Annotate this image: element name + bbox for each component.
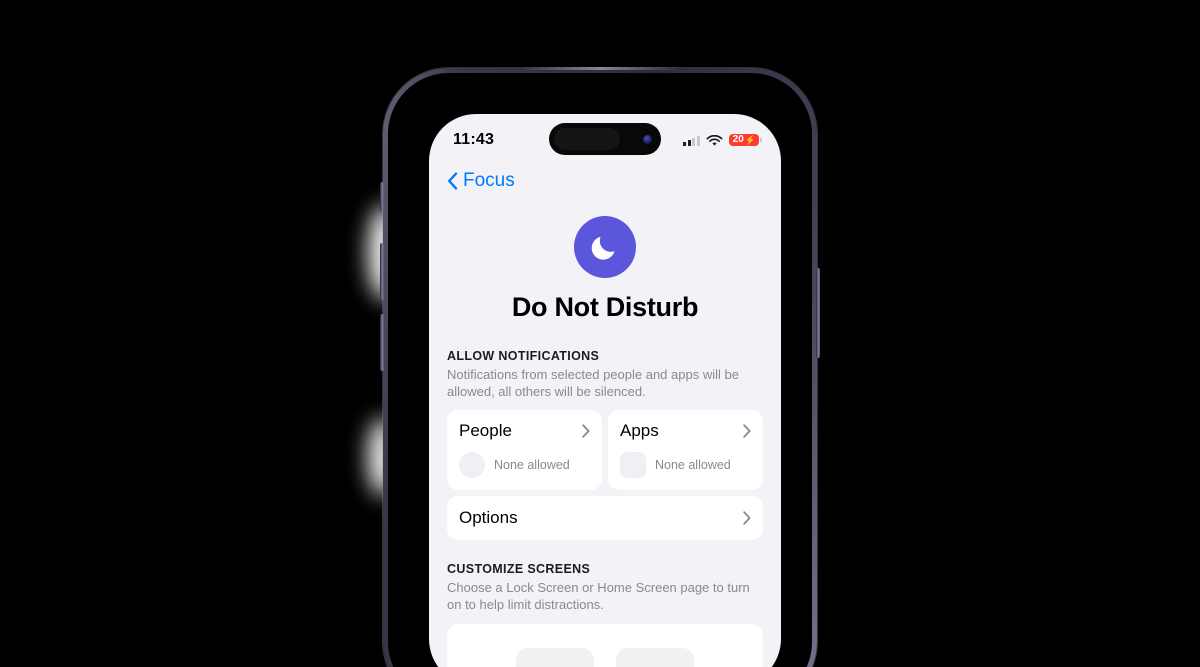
apps-card-title: Apps [620, 421, 659, 441]
iphone-device-frame: 11:43 20 ⚡ Focus Do Not Disturb ALLOW NO… [380, 67, 820, 667]
back-button-label: Focus [463, 170, 515, 191]
page-title: Do Not Disturb [511, 292, 699, 322]
customize-screens-header: CUSTOMIZE SCREENS [447, 562, 591, 577]
allow-notifications-header: ALLOW NOTIFICATIONS [447, 349, 600, 363]
apps-card[interactable]: Apps None allowed [608, 410, 763, 491]
chevron-left-icon [447, 172, 458, 190]
action-button[interactable] [380, 182, 384, 212]
back-button[interactable]: Focus [447, 170, 515, 192]
allow-notifications-section: ALLOW NOTIFICATIONS Notifications from s… [429, 349, 781, 541]
front-camera-icon [643, 134, 652, 144]
dynamic-island [549, 123, 661, 155]
chevron-right-icon [743, 511, 751, 526]
allow-notifications-description: Notifications from selected people and a… [447, 367, 739, 400]
apps-status-label: None allowed [655, 458, 731, 473]
apps-card-body: None allowed [620, 452, 751, 479]
people-status-label: None allowed [494, 458, 570, 473]
apps-card-header: Apps [620, 421, 751, 441]
people-card[interactable]: People None allowed [447, 410, 602, 491]
allow-notifications-cards: People None allowed Apps None allowed [447, 410, 763, 491]
app-icon-placeholder [620, 452, 646, 479]
customize-screens-section: CUSTOMIZE SCREENS Choose a Lock Screen o… [429, 562, 781, 613]
frame-antenna-line [520, 67, 680, 70]
volume-down-button[interactable] [380, 314, 384, 371]
volume-up-button[interactable] [380, 243, 384, 300]
people-avatar-placeholder [459, 452, 485, 479]
people-card-title: People [459, 421, 512, 441]
power-button[interactable] [816, 268, 820, 358]
navigation-bar: Focus [429, 162, 781, 200]
status-bar-indicators: 20 ⚡ [683, 134, 759, 146]
people-card-header: People [459, 421, 590, 441]
chevron-right-icon [743, 424, 751, 439]
home-screen-preview[interactable] [616, 647, 694, 667]
device-bezel: 11:43 20 ⚡ Focus Do Not Disturb ALLOW NO… [388, 73, 812, 667]
battery-level-label: 20 [732, 134, 744, 145]
options-row[interactable]: Options [447, 496, 763, 541]
lock-screen-preview[interactable] [516, 647, 594, 667]
battery-status-badge: 20 ⚡ [728, 134, 759, 146]
people-card-body: None allowed [459, 452, 590, 479]
chevron-right-icon [582, 424, 590, 439]
wifi-icon [706, 134, 723, 146]
status-bar-clock: 11:43 [453, 131, 495, 148]
phone-screen: 11:43 20 ⚡ Focus Do Not Disturb ALLOW NO… [429, 114, 781, 667]
moon-crescent-icon [574, 216, 636, 278]
customize-screens-description: Choose a Lock Screen or Home Screen page… [447, 580, 750, 613]
cellular-signal-icon [683, 135, 700, 146]
screen-previews-card [447, 623, 763, 667]
status-bar: 11:43 20 ⚡ [429, 114, 781, 162]
options-row-label: Options [459, 508, 518, 528]
focus-hero: Do Not Disturb [429, 200, 781, 349]
charging-bolt-icon: ⚡ [744, 134, 756, 145]
